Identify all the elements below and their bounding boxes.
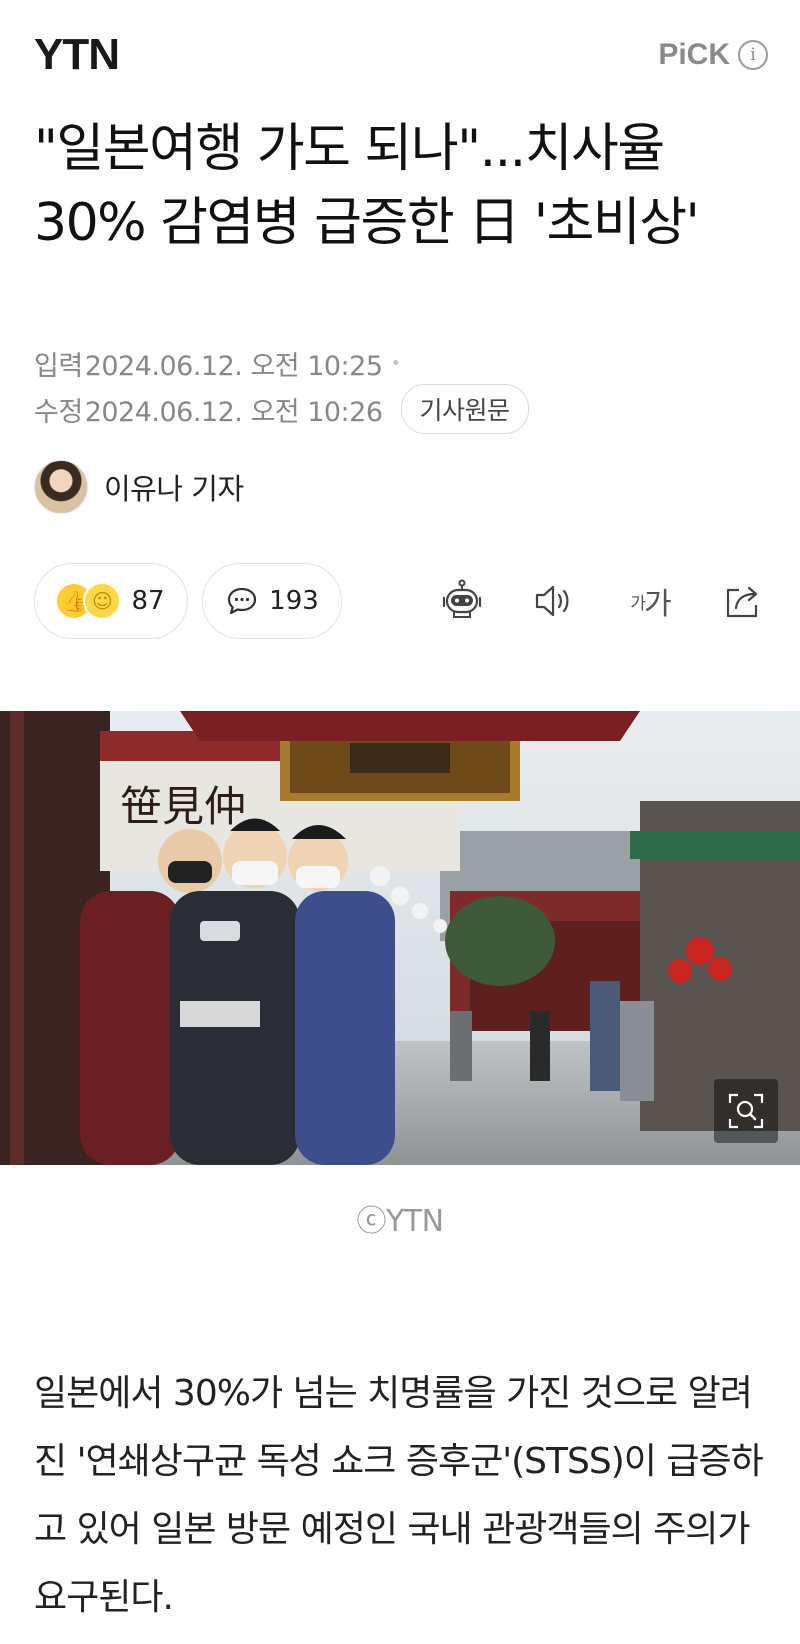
shop-sign-text: 笹見仲 [120,782,246,831]
zoom-button[interactable] [714,1079,778,1143]
app-header: YTN PiCK i [0,0,800,110]
reaction-button[interactable]: 👍 ☺ 87 [34,563,188,639]
zoom-icon [728,1093,764,1129]
comment-button[interactable]: 193 [202,563,342,639]
pick-label: PiCK [658,38,730,71]
font-size-icon[interactable]: 가가 [620,577,680,625]
reporter-avatar [34,460,88,514]
pick-badge[interactable]: PiCK i [658,38,768,72]
info-icon[interactable]: i [738,40,768,70]
article-body: 일본에서 30%가 넘는 치명률을 가진 것으로 알려진 '연쇄상구균 독성 쇼… [34,1373,764,1618]
input-date: 2024.06.12. 오전 10:25 [84,350,383,382]
photo-illustration: 笹見仲 [0,711,800,1165]
font-large-glyph: 가 [644,587,672,622]
reporter[interactable]: 이유나 기자 [34,460,244,514]
smile-emoji-icon: ☺ [83,582,122,620]
reporter-name: 이유나 기자 [104,472,244,506]
original-article-button[interactable]: 기사원문 [400,384,529,434]
share-icon[interactable] [718,577,766,625]
article-meta: 입력 2024.06.12. 오전 10:25 • 수정 2024.06.12.… [34,340,774,434]
speaker-icon[interactable] [528,577,576,625]
article-photo[interactable]: 笹見仲 [0,711,800,1165]
action-bar: 👍 ☺ 87 193 가가 [34,563,766,639]
edit-label: 수정 [34,396,83,428]
font-small-glyph: 가 [630,593,646,614]
comment-count: 193 [269,586,319,616]
reaction-count: 87 [131,586,165,616]
robot-icon[interactable] [438,577,486,625]
reaction-emoji-icon: 👍 ☺ [57,582,122,620]
edit-date-row: 수정 2024.06.12. 오전 10:26 기사원문 [34,384,774,434]
speech-bubble-icon [228,587,257,615]
ytn-logo[interactable]: YTN [34,30,120,80]
separator-dot: • [390,352,402,374]
edit-date: 2024.06.12. 오전 10:26 [84,396,383,428]
input-label: 입력 [34,350,83,382]
input-date-row: 입력 2024.06.12. 오전 10:25 • [34,340,774,386]
article-title: "일본여행 가도 되나"...치사율 30% 감염병 급증한 日 '초비상' [34,119,700,253]
photo-credit: ⓒYTN [356,1204,444,1239]
